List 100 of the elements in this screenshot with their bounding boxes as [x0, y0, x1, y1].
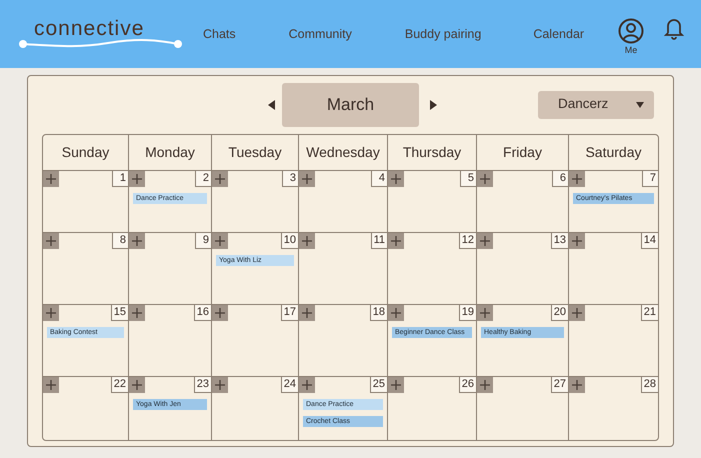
day-number: 17	[280, 305, 298, 321]
nav-link[interactable]: Calendar	[533, 24, 584, 44]
day-number: 28	[640, 377, 658, 393]
day-number: 2	[195, 171, 211, 187]
day-number: 12	[458, 233, 476, 249]
weekday-header: Wednesday	[299, 135, 388, 170]
group-dropdown[interactable]: Dancerz	[538, 90, 654, 118]
day-number: 20	[550, 305, 568, 321]
nav-link[interactable]: Community	[288, 24, 352, 44]
add-event-button[interactable]	[43, 377, 59, 393]
day-number: 19	[458, 305, 476, 321]
nav-link[interactable]: Chats	[203, 24, 236, 44]
plus-icon	[480, 380, 490, 390]
add-event-button[interactable]	[388, 233, 404, 249]
day-number: 11	[370, 233, 387, 249]
plus-icon	[302, 236, 312, 246]
day-number: 21	[640, 305, 658, 321]
plus-icon	[391, 236, 401, 246]
caret-icon	[636, 102, 644, 108]
next-month-icon[interactable]	[429, 100, 437, 110]
month-title: March	[282, 82, 419, 126]
add-event-button[interactable]	[477, 171, 493, 187]
plus-icon	[572, 236, 582, 246]
day-number: 7	[642, 171, 658, 187]
plus-icon	[480, 308, 490, 318]
plus-icon	[572, 308, 582, 318]
add-event-button[interactable]	[569, 305, 585, 321]
plus-icon	[46, 380, 56, 390]
add-event-button[interactable]	[129, 305, 145, 321]
add-event-button[interactable]	[43, 171, 59, 187]
day-number: 8	[112, 233, 128, 249]
day-number: 5	[460, 171, 476, 187]
weekday-header: Tuesday	[212, 135, 299, 170]
plus-icon	[132, 236, 142, 246]
add-event-button[interactable]	[299, 171, 315, 187]
plus-icon	[302, 308, 312, 318]
day-number: 14	[640, 233, 658, 249]
day-number: 22	[110, 377, 128, 393]
day-number: 15	[110, 305, 128, 321]
add-event-button[interactable]	[477, 377, 493, 393]
day-number: 23	[194, 377, 211, 393]
add-event-button[interactable]	[388, 171, 404, 187]
add-event-button[interactable]	[212, 377, 228, 393]
add-event-button[interactable]	[477, 305, 493, 321]
day-number: 24	[280, 377, 298, 393]
add-event-button[interactable]	[212, 233, 228, 249]
logo-wave-icon	[18, 38, 183, 50]
add-event-button[interactable]	[569, 171, 585, 187]
day-number: 1	[112, 171, 128, 187]
add-event-button[interactable]	[569, 233, 585, 249]
add-event-button[interactable]	[43, 305, 59, 321]
plus-icon	[215, 380, 225, 390]
add-event-button[interactable]	[388, 377, 404, 393]
day-number: 10	[280, 233, 298, 249]
add-event-button[interactable]	[299, 233, 315, 249]
day-number: 16	[194, 305, 211, 321]
add-event-button[interactable]	[569, 377, 585, 393]
plus-icon	[215, 174, 225, 184]
plus-icon	[572, 380, 582, 390]
plus-icon	[46, 174, 56, 184]
add-event-button[interactable]	[212, 305, 228, 321]
plus-icon	[132, 308, 142, 318]
add-event-button[interactable]	[43, 233, 59, 249]
weekday-header: Saturday	[584, 143, 643, 162]
plus-icon	[391, 380, 401, 390]
plus-icon	[480, 174, 490, 184]
add-event-button[interactable]	[129, 171, 145, 187]
day-number: 25	[370, 377, 387, 393]
profile-label: Me	[624, 44, 638, 58]
plus-icon	[302, 380, 312, 390]
weekday-header: Thursday	[388, 135, 477, 170]
plus-icon	[132, 174, 142, 184]
plus-icon	[302, 174, 312, 184]
day-number: 27	[550, 377, 568, 393]
day-number: 6	[552, 171, 568, 187]
add-event-button[interactable]	[477, 233, 493, 249]
add-event-button[interactable]	[388, 305, 404, 321]
add-event-button[interactable]	[212, 171, 228, 187]
day-number: 26	[458, 377, 476, 393]
bell-icon[interactable]	[662, 16, 686, 40]
plus-icon	[215, 236, 225, 246]
plus-icon	[132, 380, 142, 390]
plus-icon	[391, 308, 401, 318]
weekday-header: Monday	[129, 135, 212, 170]
day-number: 3	[282, 171, 298, 187]
plus-icon	[480, 236, 490, 246]
nav-link[interactable]: Buddy pairing	[404, 24, 482, 44]
previous-month-icon[interactable]	[268, 100, 276, 110]
plus-icon	[46, 236, 56, 246]
plus-icon	[215, 308, 225, 318]
day-number: 4	[371, 171, 387, 187]
add-event-button[interactable]	[299, 377, 315, 393]
logo[interactable]: connective	[34, 13, 144, 45]
day-number: 13	[550, 233, 568, 249]
add-event-button[interactable]	[129, 377, 145, 393]
plus-icon	[391, 174, 401, 184]
add-event-button[interactable]	[129, 233, 145, 249]
plus-icon	[572, 174, 582, 184]
profile-icon[interactable]	[618, 18, 644, 44]
add-event-button[interactable]	[299, 305, 315, 321]
